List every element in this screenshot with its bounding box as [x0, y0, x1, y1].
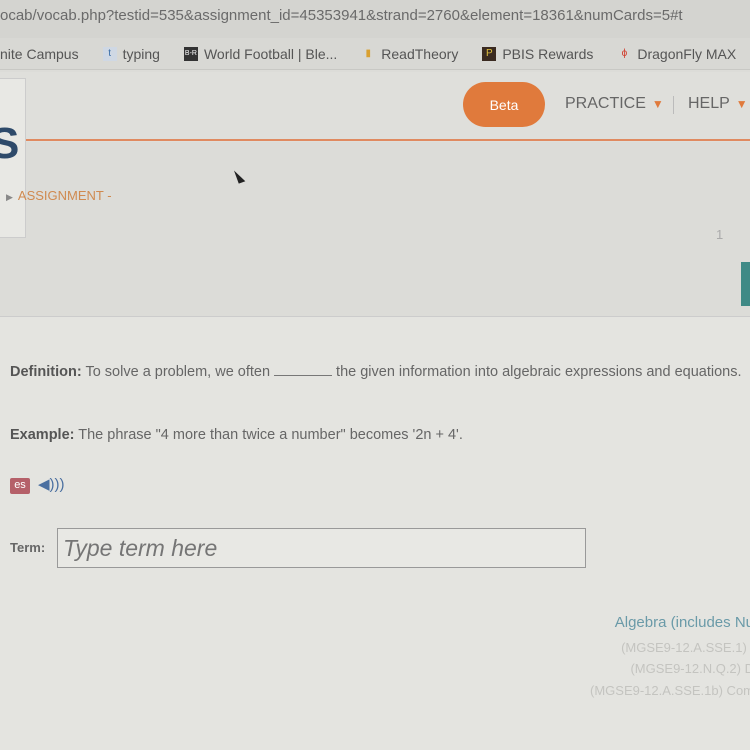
practice-menu[interactable]: PRACTICE ▼ [565, 95, 664, 113]
blank [274, 364, 333, 376]
bar-chart-icon: ▮ [365, 47, 372, 59]
definition: Definition: To solve a problem, we often… [10, 364, 742, 380]
bookmarks-bar: nite Campus t typing B-R World Football | … [0, 38, 750, 70]
bookmark-campus[interactable]: nite Campus [0, 46, 85, 62]
flame-icon: ϕ [621, 47, 628, 59]
bookmark-dragonfly[interactable]: ϕ DragonFly MAX [617, 46, 742, 62]
beta-button[interactable]: Beta [463, 82, 545, 127]
caret-right-icon: ▶ [6, 192, 13, 202]
typing-icon: t [102, 46, 117, 61]
speaker-icon[interactable]: ◀))) [38, 475, 65, 493]
bookmark-pbis[interactable]: P PBIS Rewards [482, 46, 599, 62]
side-tab[interactable] [741, 262, 750, 306]
page-number: 1 [716, 227, 724, 242]
standard-item: (MGSE9-12.A.SSE.1) I [621, 640, 750, 655]
bookmark-world-football[interactable]: B-R World Football | Ble... [183, 46, 343, 62]
breadcrumb[interactable]: ▶ ASSIGNMENT - [6, 188, 112, 203]
mouse-cursor-icon [233, 166, 251, 184]
nav-divider [673, 96, 674, 114]
header-rule [26, 139, 750, 141]
spanish-translation-button[interactable]: es [10, 478, 30, 494]
bookmark-typing[interactable]: t typing [102, 46, 166, 62]
site-logo[interactable]: S [0, 78, 26, 238]
standard-item: (MGSE9-12.N.Q.2) D [630, 661, 750, 676]
bookmark-readtheory[interactable]: ▮ ReadTheory [361, 46, 464, 62]
pbis-icon: P [482, 46, 497, 61]
term-input[interactable] [57, 528, 586, 568]
address-bar[interactable]: ocab/vocab.php?testid=535&assignment_id=… [0, 0, 750, 38]
dropdown-triangle-icon: ▼ [651, 97, 664, 111]
standard-item: (MGSE9-12.A.SSE.1b) Com [590, 683, 750, 698]
example: Example: The phrase "4 more than twice a… [10, 427, 463, 443]
term-label: Term: [10, 540, 46, 555]
dropdown-triangle-icon: ▼ [735, 97, 748, 111]
standards-title[interactable]: Algebra (includes Nu [615, 614, 750, 631]
help-menu[interactable]: HELP ▼ [688, 95, 748, 113]
bleacher-report-icon: B-R [183, 46, 198, 61]
